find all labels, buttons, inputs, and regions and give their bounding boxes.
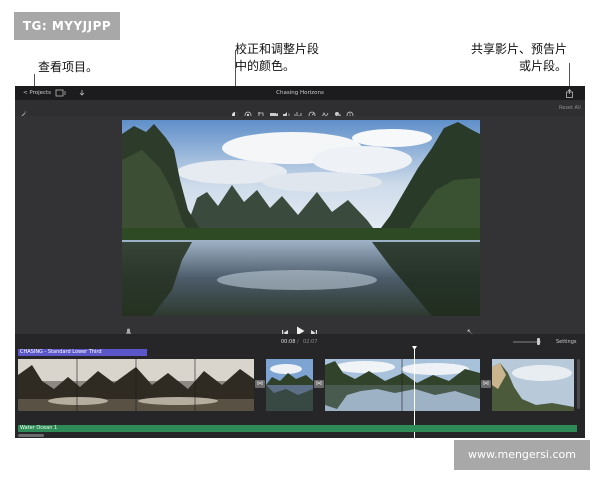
timeline-horizontal-scrollbar[interactable] <box>18 434 44 437</box>
reset-all-button[interactable]: Reset All <box>559 105 581 111</box>
landscape-preview-image <box>122 120 480 316</box>
watermark-top: TG: MYYJJPP <box>14 12 120 40</box>
imovie-window: < Projects Chasing Horizons Reset All 00… <box>15 86 585 438</box>
transition-icon[interactable]: ⋈ <box>314 380 324 388</box>
microphone-icon[interactable] <box>125 322 132 337</box>
video-clip-4[interactable] <box>492 359 574 411</box>
fullscreen-icon[interactable] <box>467 322 475 337</box>
callout-color-line1: 校正和调整片段 <box>235 42 320 56</box>
title-clip[interactable]: CHASING - Standard Lower Third <box>18 349 147 356</box>
tool-icons-row <box>232 104 362 119</box>
timecode-total: 02:07 <box>303 339 318 345</box>
callout-projects: 查看项目。 <box>38 60 99 74</box>
transition-icon[interactable]: ⋈ <box>481 380 491 388</box>
window-title: Chasing Horizons <box>276 90 324 96</box>
audio-clip-label: Water Ocean 1 <box>20 425 58 431</box>
video-clip-3[interactable] <box>325 359 480 411</box>
audio-clip[interactable]: Water Ocean 1 <box>18 425 577 432</box>
timecode-separator: / <box>297 339 299 345</box>
title-clip-label: CHASING - Standard Lower Third <box>20 349 102 355</box>
title-bar: < Projects Chasing Horizons <box>15 86 585 100</box>
transition-icon[interactable]: ⋈ <box>255 380 265 388</box>
video-clip-2[interactable] <box>266 359 313 411</box>
skip-forward-icon[interactable] <box>310 322 318 336</box>
skip-back-icon[interactable] <box>281 322 289 336</box>
magic-wand-icon[interactable] <box>19 104 27 119</box>
callout-color-line2: 中的颜色。 <box>235 59 296 73</box>
timecode-current: 00:08 <box>281 339 296 345</box>
zoom-slider-knob[interactable] <box>537 338 540 345</box>
play-button[interactable] <box>296 321 305 336</box>
timeline-vertical-scrollbar[interactable] <box>577 359 580 409</box>
video-preview <box>122 120 480 316</box>
video-clip-1[interactable] <box>18 359 254 411</box>
watermark-bottom: www.mengersi.com <box>454 440 590 470</box>
adjustment-toolbar: Reset All <box>15 100 585 119</box>
share-icon[interactable] <box>565 88 574 98</box>
callout-share-line2: 或片段。 <box>518 59 567 73</box>
settings-button[interactable]: Settings <box>556 339 577 345</box>
callout-share-line1: 共享影片、预告片 <box>470 42 567 56</box>
